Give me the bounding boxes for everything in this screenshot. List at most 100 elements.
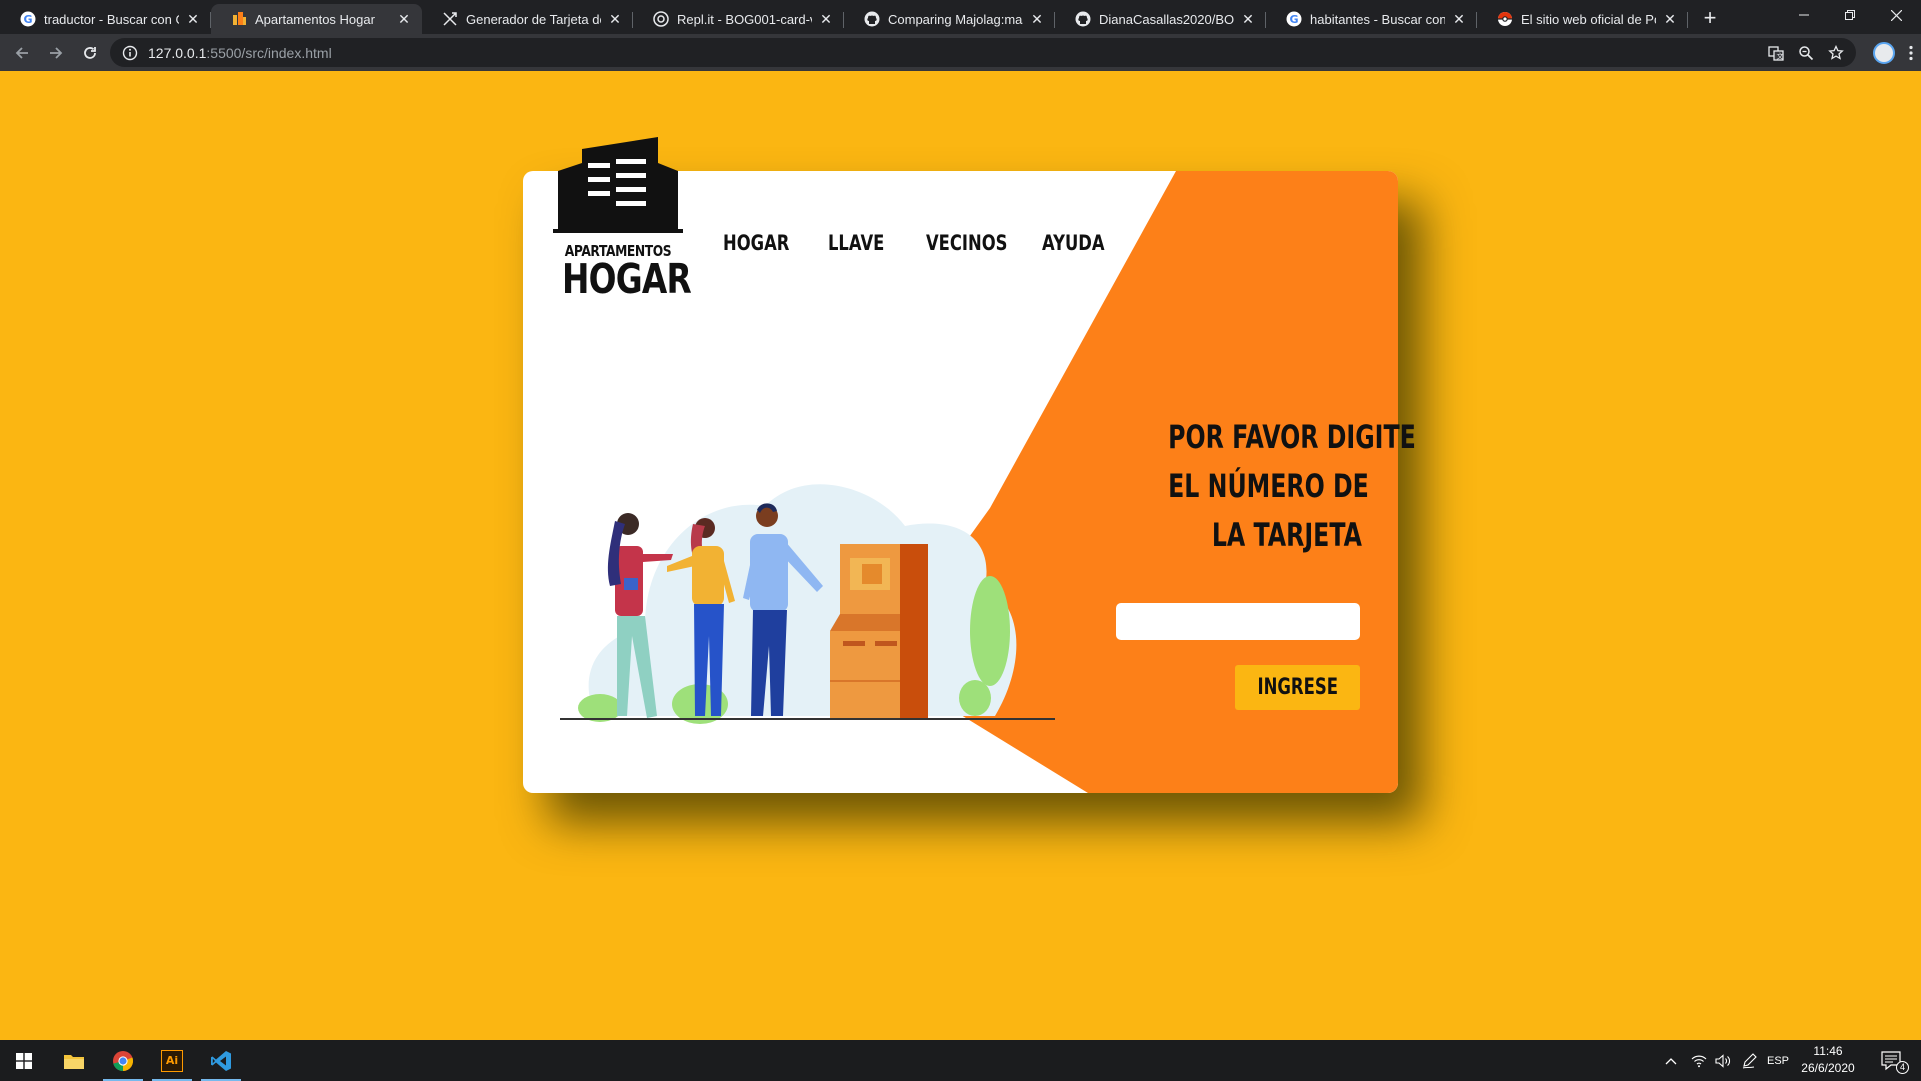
google-icon: G [1286,11,1302,27]
browser-tab[interactable]: DianaCasallas2020/BOG001 ✕ [1055,4,1266,34]
close-icon [1890,9,1902,21]
browser-tab[interactable]: Ghabitantes - Buscar con Goo ✕ [1266,4,1477,34]
building-icon [553,137,683,233]
svg-text:G: G [23,13,32,26]
apartamentos-hogar-logo[interactable]: APARTAMENTOS HOGAR [548,137,692,303]
pen-icon[interactable] [1741,1052,1757,1069]
system-tray: ESP [1665,1040,1789,1081]
reload-icon [84,46,96,59]
taskbar-file-explorer[interactable] [50,1040,98,1081]
taskbar-chrome[interactable] [99,1040,147,1081]
chevron-up-icon[interactable] [1665,1057,1677,1065]
google-icon: G [20,11,36,27]
tab-close-icon[interactable]: ✕ [818,11,834,27]
windows-taskbar: Ai ESP 11:46 26/6/2020 4 [0,1040,1921,1081]
restore-icon [1845,10,1855,20]
ingrese-button-label: INGRESE [1257,675,1338,700]
nav-llave[interactable]: LLAVE [828,231,884,255]
new-tab-button[interactable]: + [1696,5,1724,33]
svg-text:G: G [1289,13,1298,26]
clock-time: 11:46 [1813,1044,1843,1058]
nav-hogar[interactable]: HOGAR [723,231,789,255]
tab-close-icon[interactable]: ✕ [607,11,623,27]
prompt-line-1: POR FAVOR DIGITE [1168,418,1416,456]
url-host: 127.0.0.1 [148,44,207,61]
logo-line-2: HOGAR [562,255,692,303]
github-icon [864,11,880,27]
taskbar-illustrator[interactable]: Ai [148,1040,196,1081]
tab-strip: Gtraductor - Buscar con Goo✕Apartamentos… [0,4,1688,34]
minimize-icon [1799,14,1809,16]
close-window-button[interactable] [1873,0,1919,30]
tab-title: El sitio web oficial de Poké [1521,11,1656,27]
browser-toolbar: 127.0.0.1:5500/src/index.html 文 [0,34,1921,71]
windows-start-icon [16,1052,32,1069]
nav-ayuda[interactable]: AYUDA [1042,231,1105,255]
minimize-button[interactable] [1781,0,1827,30]
reload-button[interactable] [74,37,106,69]
browser-tab[interactable]: Repl.it - BOG001-card-valid ✕ [633,4,844,34]
address-bar[interactable]: 127.0.0.1:5500/src/index.html 文 [110,38,1856,67]
illustrator-icon: Ai [161,1049,183,1072]
tab-title: Generador de Tarjeta de Cré [466,11,601,27]
vscode-icon [211,1050,231,1071]
tab-title: Apartamentos Hogar [255,11,375,27]
github-icon [1075,11,1091,27]
tab-close-icon[interactable]: ✕ [1662,11,1678,27]
start-button[interactable] [0,1040,48,1081]
address-bar-actions: 文 [1768,38,1856,67]
toolbar-right [1873,38,1913,67]
tab-close-icon[interactable]: ✕ [1451,11,1467,27]
network-icon[interactable] [1691,1054,1707,1068]
browser-tab[interactable]: Generador de Tarjeta de Cré ✕ [422,4,633,34]
card-number-input[interactable] [1116,603,1360,640]
taskbar-clock[interactable]: 11:46 26/6/2020 [1793,1043,1863,1077]
tab-title: Comparing Majolag:master [888,11,1023,27]
menu-dots-icon[interactable] [1909,45,1913,61]
translate-icon[interactable]: 文 [1768,45,1784,61]
browser-tab[interactable]: Gtraductor - Buscar con Goo ✕ [0,4,211,34]
file-explorer-icon [64,1054,84,1069]
forward-button[interactable] [40,37,72,69]
nav-vecinos[interactable]: VECINOS [926,231,1007,255]
notifications-button[interactable]: 4 [1868,1040,1916,1081]
building-favicon [231,11,247,27]
url-path: :5500/src/index.html [206,44,332,61]
tab-close-icon[interactable]: ✕ [396,11,412,27]
chrome-icon [113,1050,134,1071]
prompt-line-3: LA TARJETA [1211,516,1362,554]
tools-icon [442,11,458,27]
arrow-left-icon [15,46,28,59]
taskbar-vscode[interactable] [197,1040,245,1081]
tab-close-icon[interactable]: ✕ [1029,11,1045,27]
zoom-icon[interactable] [1798,45,1814,61]
prompt-line-2: EL NÚMERO DE [1168,467,1369,505]
tab-title: DianaCasallas2020/BOG001 [1099,11,1234,27]
tab-separator [1687,12,1688,28]
pokeball-icon [1497,11,1513,27]
browser-tab-bar: Gtraductor - Buscar con Goo✕Apartamentos… [0,0,1921,34]
language-indicator[interactable]: ESP [1767,1055,1789,1067]
volume-icon[interactable] [1715,1053,1731,1068]
info-icon [122,45,138,60]
browser-tab[interactable]: Comparing Majolag:master ✕ [844,4,1055,34]
browser-tab[interactable]: Apartamentos Hogar ✕ [211,4,422,34]
tab-title: Repl.it - BOG001-card-valid [677,11,812,27]
tab-close-icon[interactable]: ✕ [185,11,201,27]
browser-tab[interactable]: El sitio web oficial de Poké ✕ [1477,4,1688,34]
clock-date: 26/6/2020 [1801,1061,1855,1075]
profile-avatar[interactable] [1873,41,1895,64]
illustrator-label: Ai [165,1054,179,1067]
restore-button[interactable] [1827,0,1873,30]
tab-close-icon[interactable]: ✕ [1240,11,1256,27]
star-icon[interactable] [1828,44,1844,61]
ingrese-button[interactable]: INGRESE [1235,665,1360,710]
tab-title: traductor - Buscar con Goo [44,11,179,27]
notification-count: 4 [1896,1061,1909,1074]
back-button[interactable] [6,37,38,69]
card-number-prompt: POR FAVOR DIGITE EL NÚMERO DE LA TARJETA [1100,413,1416,560]
tab-title: habitantes - Buscar con Goo [1310,11,1445,27]
url-text: 127.0.0.1:5500/src/index.html [148,45,332,61]
svg-text:文: 文 [1777,51,1784,60]
atm-people-illustration [560,484,1055,724]
